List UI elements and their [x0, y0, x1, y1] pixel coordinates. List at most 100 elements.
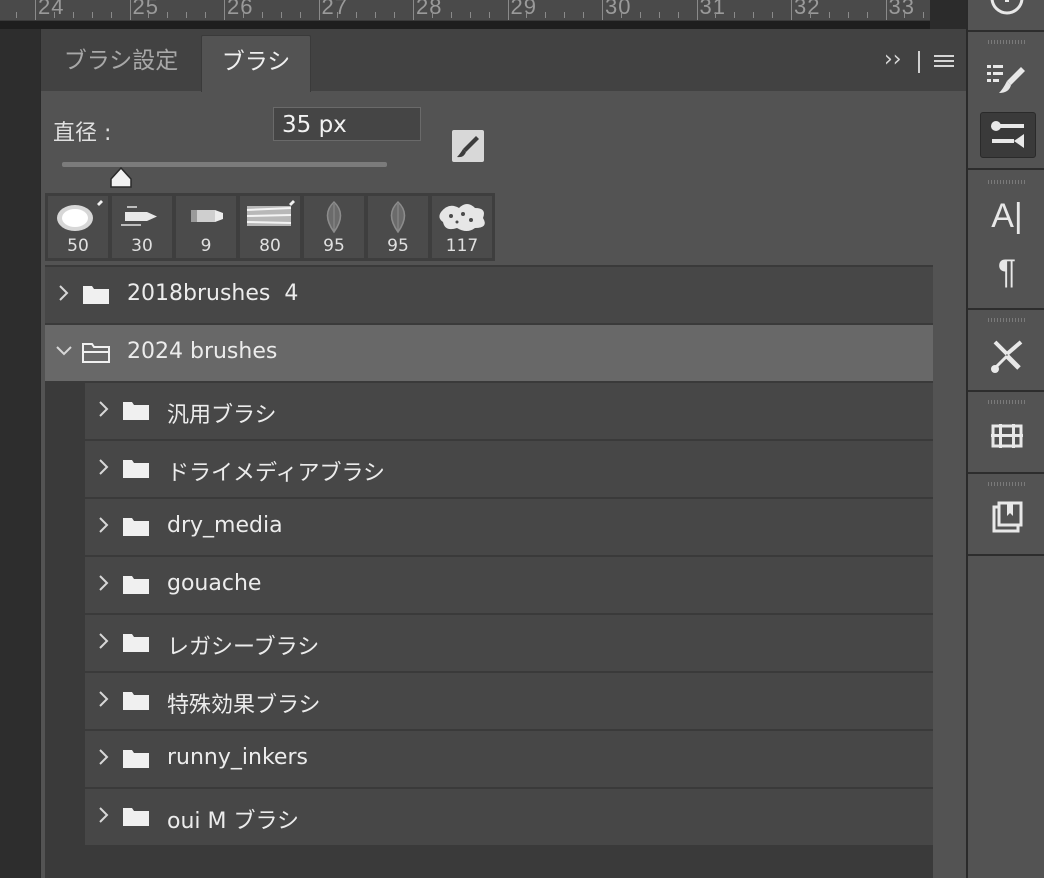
chevron-right-icon[interactable] [97, 689, 109, 709]
chevron-right-icon[interactable] [97, 457, 109, 477]
ruler-minor-tick [715, 12, 717, 18]
brush-preset[interactable]: 95 [368, 196, 428, 258]
ruler-minor-tick [866, 12, 868, 18]
ruler-minor-tick [469, 12, 471, 18]
chevron-right-icon[interactable] [97, 399, 109, 419]
folder-icon [122, 573, 150, 595]
ruler-minor-tick [450, 12, 452, 18]
info-icon[interactable] [980, 0, 1034, 20]
ruler-minor-tick [772, 12, 774, 18]
brush-subgroup-row[interactable]: gouache [85, 557, 933, 613]
brush-preset-size: 80 [259, 236, 281, 256]
ruler-minor-tick [620, 12, 622, 18]
ruler-major-tick [35, 0, 36, 20]
clone-source-icon[interactable] [980, 414, 1034, 458]
ruler-minor-tick [526, 12, 528, 18]
brush-group-label: dry_media [167, 513, 283, 538]
ruler-minor-tick [828, 12, 830, 18]
brush-group-label: 2024 brushes [127, 339, 278, 364]
brush-preset[interactable]: 95 [304, 196, 364, 258]
ruler-major-tick [791, 0, 792, 20]
brush-preset-strip: 50 30 9 80 95 95 117 [45, 193, 495, 261]
ruler-minor-tick [280, 12, 282, 18]
ruler-major-tick [507, 0, 509, 20]
chevron-right-icon[interactable] [97, 747, 109, 767]
ruler-major-tick [318, 0, 320, 20]
brush-preset[interactable]: 9 [176, 196, 236, 258]
ruler-major-tick [224, 0, 225, 20]
folder-icon [122, 805, 150, 827]
brush-group-label: レガシーブラシ [167, 635, 320, 660]
ruler-label: 28 [416, 0, 443, 19]
tab-brush-settings[interactable]: ブラシ設定 [41, 35, 201, 91]
ruler-major-tick [413, 0, 414, 20]
brush-subgroup-row[interactable]: dry_media [85, 499, 933, 555]
brush-preset-size: 117 [445, 236, 479, 256]
ruler-label: 27 [321, 0, 348, 19]
brush-subgroup-row[interactable]: ドライメディアブラシ [85, 441, 933, 497]
folder-icon [82, 283, 110, 305]
tab-brushes[interactable]: ブラシ [201, 35, 311, 92]
brush-subgroup-row[interactable]: runny_inkers [85, 731, 933, 787]
ruler-minor-tick [545, 12, 547, 18]
ruler-label: 24 [38, 0, 65, 19]
brush-list-icon[interactable] [980, 57, 1034, 101]
character-icon[interactable]: A| [980, 194, 1034, 238]
ruler-label: 33 [888, 0, 915, 19]
brush-subgroup-row[interactable]: 特殊効果ブラシ [85, 673, 933, 729]
ruler-minor-tick [809, 12, 811, 18]
brush-group-label: 汎用ブラシ [167, 403, 277, 428]
brush-group-label: gouache [167, 571, 262, 596]
brush-preset-size: 95 [323, 236, 345, 256]
chevron-right-icon[interactable] [97, 805, 109, 825]
brush-subgroup-row[interactable]: レガシーブラシ [85, 615, 933, 671]
panel-menu-icon[interactable] [934, 55, 954, 69]
ruler-minor-tick [658, 12, 660, 18]
brush-preset[interactable]: 80 [240, 196, 300, 258]
brush-preset[interactable]: 30 [112, 196, 172, 258]
ruler-major-tick [696, 0, 698, 20]
brush-subgroup-row[interactable]: oui M ブラシ [85, 789, 933, 845]
brush-subgroup-row[interactable]: 汎用ブラシ [85, 383, 933, 439]
folder-icon [122, 631, 150, 653]
brush-group-list: 2018brushes 4 2024 brushes 汎用ブラシドライメディアブラシ… [45, 265, 933, 878]
diameter-input[interactable]: 35 px [273, 107, 421, 141]
brush-group-label: runny_inkers [167, 745, 308, 770]
ruler-minor-tick [394, 12, 396, 18]
brush-settings-icon[interactable] [980, 112, 1036, 158]
chevron-right-icon[interactable] [97, 515, 109, 535]
tab-divider [918, 51, 920, 73]
ruler-minor-tick [431, 12, 433, 18]
diameter-slider-thumb[interactable] [109, 167, 133, 189]
ruler-minor-tick [110, 12, 112, 18]
ruler-label: 31 [699, 0, 726, 19]
ruler-label: 26 [227, 0, 254, 19]
ruler-minor-tick [261, 12, 263, 18]
ruler-label: 30 [605, 0, 632, 19]
ruler-minor-tick [847, 12, 849, 18]
brush-group-row[interactable]: 2018brushes 4 [45, 267, 933, 323]
brush-preset-size: 95 [387, 236, 409, 256]
chevron-right-icon[interactable] [57, 283, 69, 303]
chevron-down-icon[interactable] [54, 341, 74, 361]
tool-presets-icon[interactable] [980, 334, 1034, 378]
brush-settings-toggle-button[interactable] [452, 130, 484, 162]
paragraph-icon[interactable]: ¶ [980, 250, 1034, 294]
ruler-minor-tick [337, 12, 339, 18]
ruler-minor-tick [91, 12, 93, 18]
brush-panel: ブラシ設定 ブラシ ›› 直径 : 35 px 50 30 9 80 95 95 117 2… [40, 29, 967, 878]
ruler-major-tick [602, 0, 603, 20]
panel-tab-bar: ブラシ設定 ブラシ ›› [41, 29, 967, 92]
layer-comps-icon[interactable] [980, 496, 1034, 540]
brush-preset[interactable]: 50 [48, 196, 108, 258]
folder-open-icon [82, 341, 110, 363]
brush-group-row[interactable]: 2024 brushes [45, 325, 933, 381]
horizontal-ruler: 24 25 26 27 28 29 30 31 32 33 [0, 0, 930, 21]
chevron-right-icon[interactable] [97, 631, 109, 651]
brush-preset[interactable]: 117 [432, 196, 492, 258]
chevron-right-icon[interactable] [97, 573, 109, 593]
collapse-panel-button[interactable]: ›› [884, 47, 902, 72]
folder-icon [122, 747, 150, 769]
ruler-minor-tick [167, 12, 169, 18]
diameter-label: 直径 : [53, 121, 112, 146]
